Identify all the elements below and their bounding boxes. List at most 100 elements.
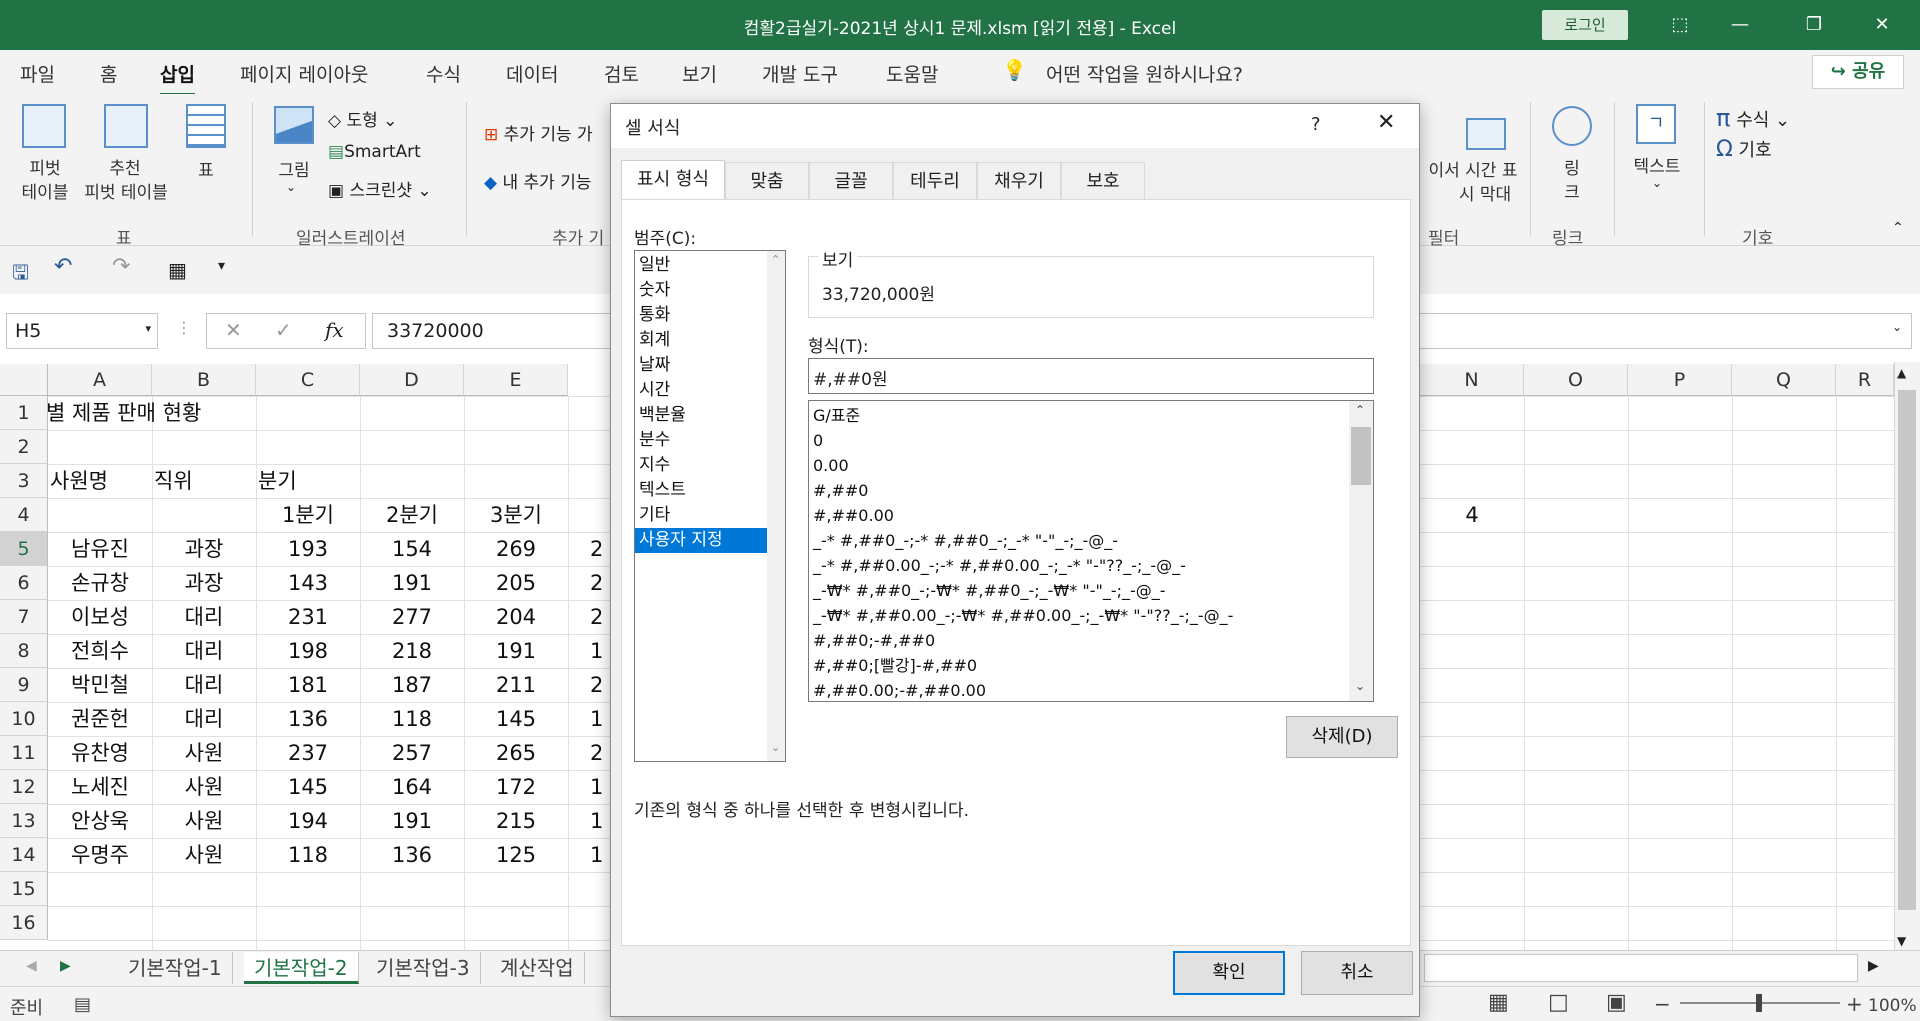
page-layout-icon[interactable]: □	[1548, 990, 1569, 1015]
cell[interactable]: 118	[362, 702, 462, 736]
cell[interactable]: 남유진	[50, 532, 150, 566]
format-item[interactable]: 0.00	[809, 453, 1373, 478]
pictures-icon[interactable]	[274, 106, 314, 144]
row-header[interactable]: 5	[0, 532, 48, 566]
column-header[interactable]: N	[1420, 364, 1524, 396]
cell[interactable]: 191	[362, 566, 462, 600]
row-header[interactable]: 13	[0, 804, 48, 838]
equation-button[interactable]: π 수식 ⌄	[1716, 104, 1790, 132]
format-item[interactable]: _-* #,##0.00_-;-* #,##0.00_-;_-* "-"??_-…	[809, 553, 1373, 578]
accessibility-icon[interactable]: ▤	[74, 994, 91, 1015]
column-header[interactable]: C	[256, 364, 360, 396]
form-icon[interactable]: ▦	[168, 258, 187, 282]
cell[interactable]: 1분기	[258, 498, 358, 532]
cell[interactable]: 143	[258, 566, 358, 600]
cell[interactable]: 237	[258, 736, 358, 770]
zoom-in-icon[interactable]: +	[1846, 992, 1863, 1016]
normal-view-icon[interactable]: ▦	[1488, 990, 1509, 1015]
cell[interactable]: 198	[258, 634, 358, 668]
cell[interactable]: 277	[362, 600, 462, 634]
cell[interactable]: 204	[466, 600, 566, 634]
format-item[interactable]: #,##0	[809, 478, 1373, 503]
category-list[interactable]: 일반 숫자 통화 회계 날짜 시간 백분율 분수 지수 텍스트 기타 사용자 지정 ⌃ ⌄	[634, 250, 786, 762]
cell[interactable]: 164	[362, 770, 462, 804]
prev-sheet-icon[interactable]: ◀	[26, 958, 37, 974]
menu-item[interactable]: 삽입	[160, 60, 195, 96]
symbol-button[interactable]: Ω 기호	[1716, 136, 1772, 162]
cell[interactable]: 211	[466, 668, 566, 702]
cell[interactable]: 191	[362, 804, 462, 838]
menu-item[interactable]: 개발 도구	[762, 60, 838, 87]
minimize-icon[interactable]: —	[1710, 0, 1770, 50]
collapse-ribbon-icon[interactable]: ⌃	[1892, 220, 1904, 236]
menu-item[interactable]: 데이터	[506, 60, 558, 87]
close-window-icon[interactable]: ✕	[1852, 0, 1912, 50]
cell[interactable]: 145	[466, 702, 566, 736]
format-item[interactable]: #,##0;-#,##0	[809, 628, 1373, 653]
cell[interactable]: 118	[258, 838, 358, 872]
customize-qat-icon[interactable]: ▾	[218, 258, 225, 274]
cell[interactable]: 권준헌	[50, 702, 150, 736]
cell[interactable]: 269	[466, 532, 566, 566]
my-addins-button[interactable]: ◆ 내 추가 기능	[484, 168, 592, 193]
row-header[interactable]: 16	[0, 906, 48, 940]
scroll-down-icon[interactable]: ⌄	[1355, 679, 1365, 693]
menu-item[interactable]: 검토	[604, 60, 639, 87]
page-break-icon[interactable]: ▣	[1606, 990, 1627, 1015]
cell[interactable]: 유찬영	[50, 736, 150, 770]
cell[interactable]: 과장	[154, 532, 254, 566]
row-header[interactable]: 11	[0, 736, 48, 770]
cell[interactable]: 직위	[154, 464, 254, 498]
menu-item[interactable]: 수식	[426, 60, 461, 87]
cell[interactable]: 노세진	[50, 770, 150, 804]
cell[interactable]: 3분기	[466, 498, 566, 532]
cell[interactable]: 215	[466, 804, 566, 838]
scroll-down-icon[interactable]: ▼	[1897, 934, 1906, 948]
cell[interactable]: 박민철	[50, 668, 150, 702]
format-scrollbar[interactable]: ⌃ ⌄	[1349, 401, 1373, 701]
dialog-tab[interactable]: 채우기	[977, 162, 1061, 200]
menu-item[interactable]: 홈	[100, 60, 117, 87]
row-header[interactable]: 4	[0, 498, 48, 532]
dialog-tab[interactable]: 표시 형식	[621, 160, 725, 200]
category-scrollbar[interactable]: ⌃ ⌄	[767, 251, 785, 761]
scroll-thumb[interactable]	[1898, 390, 1916, 910]
cell[interactable]: 사원명	[50, 464, 150, 498]
dialog-tab[interactable]: 맞춤	[725, 162, 809, 200]
category-item[interactable]: 회계	[635, 328, 785, 353]
category-item[interactable]: 일반	[635, 253, 785, 278]
cancel-button[interactable]: 취소	[1301, 951, 1413, 995]
save-icon[interactable]: 🖫	[12, 258, 29, 292]
category-item[interactable]: 시간	[635, 378, 785, 403]
share-button[interactable]: ↪ 공유	[1812, 55, 1904, 89]
insert-function-icon[interactable]: fx	[325, 318, 344, 342]
expand-formula-bar-icon[interactable]: ⌄	[1892, 320, 1902, 334]
cell[interactable]: 154	[362, 532, 462, 566]
cell[interactable]: 분기	[258, 464, 358, 498]
cell[interactable]: 218	[362, 634, 462, 668]
cell[interactable]: 1	[590, 770, 610, 804]
column-header[interactable]: O	[1524, 364, 1628, 396]
cell[interactable]: 2	[590, 600, 610, 634]
select-all-button[interactable]	[0, 364, 48, 396]
cell[interactable]: 대리	[154, 668, 254, 702]
dialog-tab[interactable]: 테두리	[893, 162, 977, 200]
get-addins-button[interactable]: ⊞ 추가 기능 가	[484, 120, 593, 145]
category-item[interactable]: 사용자 지정	[635, 528, 785, 553]
cell[interactable]: 대리	[154, 600, 254, 634]
screenshot-button[interactable]: ▣ 스크린샷 ⌄	[328, 176, 432, 201]
scroll-right-icon[interactable]: ▶	[1868, 958, 1879, 974]
cell[interactable]: 181	[258, 668, 358, 702]
column-header[interactable]: D	[360, 364, 464, 396]
ribbon-display-icon[interactable]: ⬚	[1650, 0, 1710, 50]
cell[interactable]: 2	[590, 566, 610, 600]
recommended-pivot-icon[interactable]	[104, 104, 148, 148]
cell[interactable]: 194	[258, 804, 358, 838]
cell[interactable]: 과장	[154, 566, 254, 600]
cell[interactable]: 265	[466, 736, 566, 770]
cell[interactable]: 전희수	[50, 634, 150, 668]
category-item[interactable]: 통화	[635, 303, 785, 328]
row-header[interactable]: 12	[0, 770, 48, 804]
sheet-tab[interactable]: 기본작업-1	[118, 952, 233, 984]
cell[interactable]: 136	[258, 702, 358, 736]
